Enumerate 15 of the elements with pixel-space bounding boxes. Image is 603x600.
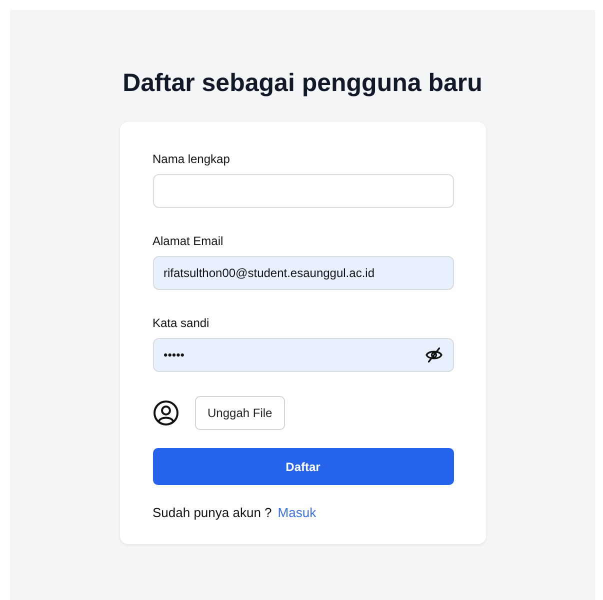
input-field[interactable]: rifatsulthon00@student.esaunggul.ac.id bbox=[152, 256, 454, 290]
field-value: rifatsulthon00@student.esaunggul.ac.id bbox=[164, 266, 376, 280]
upload-button[interactable]: Unggah File bbox=[194, 396, 286, 430]
user-avatar-icon bbox=[152, 400, 178, 426]
field-label: Alamat Email bbox=[152, 234, 224, 248]
submit-button[interactable]: Daftar bbox=[152, 448, 454, 485]
login-link[interactable]: Masuk bbox=[278, 505, 316, 520]
account-prompt: Sudah punya akun ? bbox=[152, 505, 272, 520]
input-field[interactable] bbox=[152, 174, 454, 208]
field-label: Nama lengkap bbox=[152, 152, 231, 166]
field-label: Kata sandi bbox=[152, 316, 210, 330]
input-field[interactable]: ••••• bbox=[152, 338, 454, 372]
page-title: Daftar sebagai pengguna baru bbox=[122, 68, 482, 99]
eye-slash-icon[interactable] bbox=[424, 346, 442, 364]
field-value: ••••• bbox=[164, 348, 186, 362]
